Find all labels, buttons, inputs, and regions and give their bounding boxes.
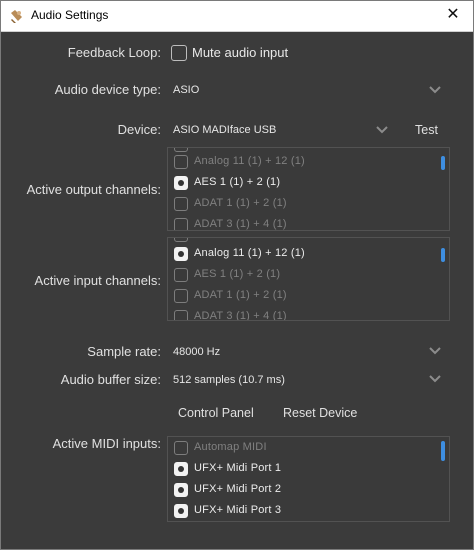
- channel-checkbox[interactable]: [174, 289, 188, 303]
- control-panel-button[interactable]: Control Panel: [178, 406, 254, 420]
- chevron-down-icon[interactable]: [429, 84, 441, 96]
- channel-label: ADAT 3 (1) + 4 (1): [194, 310, 287, 321]
- chevron-down-icon[interactable]: [376, 124, 388, 136]
- active-input-channels-label: Active input channels:: [34, 273, 161, 288]
- title-bar[interactable]: Audio Settings ✕: [1, 1, 473, 32]
- midi-input-label: Automap MIDI: [194, 441, 267, 453]
- channel-label: ADAT 1 (1) + 2 (1): [194, 197, 287, 209]
- channel-label: Analog 11 (1) + 12 (1): [194, 155, 305, 167]
- midi-input-checkbox[interactable]: [174, 504, 188, 518]
- list-item[interactable]: ADAT 3 (1) + 4 (1): [168, 307, 449, 321]
- reset-device-button[interactable]: Reset Device: [283, 406, 357, 420]
- channel-checkbox[interactable]: [174, 310, 188, 320]
- window-title: Audio Settings: [31, 8, 109, 22]
- feedback-loop-label: Feedback Loop:: [67, 45, 161, 60]
- chevron-down-icon[interactable]: [429, 373, 441, 385]
- channel-label: ADAT 1 (1) + 2 (1): [194, 289, 287, 301]
- list-item[interactable]: UFX+ Midi Port 2: [168, 480, 449, 501]
- scrollbar-thumb[interactable]: [441, 441, 445, 461]
- audio-buffer-size-select[interactable]: 512 samples (10.7 ms): [173, 374, 285, 386]
- channel-checkbox[interactable]: [174, 155, 188, 169]
- partial-row-checkbox: [174, 238, 188, 242]
- list-item[interactable]: UFX+ Midi Port 3: [168, 501, 449, 521]
- midi-inputs-list[interactable]: Automap MIDI UFX+ Midi Port 1 UFX+ Midi …: [167, 436, 450, 522]
- list-item[interactable]: AES 1 (1) + 2 (1): [168, 265, 449, 286]
- midi-input-checkbox[interactable]: [174, 483, 188, 497]
- list-item[interactable]: AES 1 (1) + 2 (1): [168, 173, 449, 194]
- mute-audio-input-label: Mute audio input: [192, 45, 289, 60]
- output-channels-list[interactable]: Analog 11 (1) + 12 (1) AES 1 (1) + 2 (1)…: [167, 147, 450, 231]
- list-item[interactable]: Analog 11 (1) + 12 (1): [168, 152, 449, 173]
- channel-label: Analog 11 (1) + 12 (1): [194, 247, 305, 259]
- test-button[interactable]: Test: [415, 123, 438, 137]
- sample-rate-select[interactable]: 48000 Hz: [173, 346, 220, 358]
- mute-audio-input-checkbox[interactable]: [171, 45, 187, 61]
- close-icon[interactable]: ✕: [441, 3, 465, 27]
- active-output-channels-label: Active output channels:: [26, 182, 161, 197]
- sample-rate-label: Sample rate:: [87, 344, 161, 359]
- chevron-down-icon[interactable]: [429, 345, 441, 357]
- scrollbar-thumb[interactable]: [441, 248, 445, 262]
- channel-checkbox[interactable]: [174, 176, 188, 190]
- channel-checkbox[interactable]: [174, 197, 188, 211]
- channel-checkbox[interactable]: [174, 268, 188, 282]
- audio-device-type-label: Audio device type:: [54, 82, 161, 97]
- midi-input-label: UFX+ Midi Port 3: [194, 504, 282, 516]
- channel-label: ADAT 3 (1) + 4 (1): [194, 218, 287, 230]
- active-midi-inputs-label: Active MIDI inputs:: [52, 436, 161, 451]
- list-item[interactable]: Automap MIDI: [168, 438, 449, 459]
- channel-checkbox[interactable]: [174, 247, 188, 261]
- midi-input-checkbox[interactable]: [174, 462, 188, 476]
- scrollbar-thumb[interactable]: [441, 156, 445, 170]
- channel-label: AES 1 (1) + 2 (1): [194, 176, 281, 188]
- list-item[interactable]: ADAT 3 (1) + 4 (1): [168, 215, 449, 230]
- speaker-app-icon: [11, 10, 22, 23]
- list-item[interactable]: ADAT 1 (1) + 2 (1): [168, 194, 449, 215]
- audio-device-type-select[interactable]: ASIO: [173, 84, 199, 96]
- audio-buffer-size-label: Audio buffer size:: [60, 372, 161, 387]
- midi-input-label: UFX+ Midi Port 2: [194, 483, 282, 495]
- channel-label: AES 1 (1) + 2 (1): [194, 268, 281, 280]
- device-select[interactable]: ASIO MADIface USB: [173, 124, 276, 136]
- list-item[interactable]: UFX+ Midi Port 1: [168, 459, 449, 480]
- audio-settings-window: Audio Settings ✕ Feedback Loop: Mute aud…: [0, 0, 474, 550]
- list-item[interactable]: ADAT 1 (1) + 2 (1): [168, 286, 449, 307]
- channel-checkbox[interactable]: [174, 218, 188, 230]
- list-item[interactable]: Analog 11 (1) + 12 (1): [168, 244, 449, 265]
- midi-input-label: UFX+ Midi Port 1: [194, 462, 282, 474]
- input-channels-list[interactable]: Analog 11 (1) + 12 (1) AES 1 (1) + 2 (1)…: [167, 237, 450, 321]
- midi-input-checkbox[interactable]: [174, 441, 188, 455]
- device-label: Device:: [117, 122, 161, 137]
